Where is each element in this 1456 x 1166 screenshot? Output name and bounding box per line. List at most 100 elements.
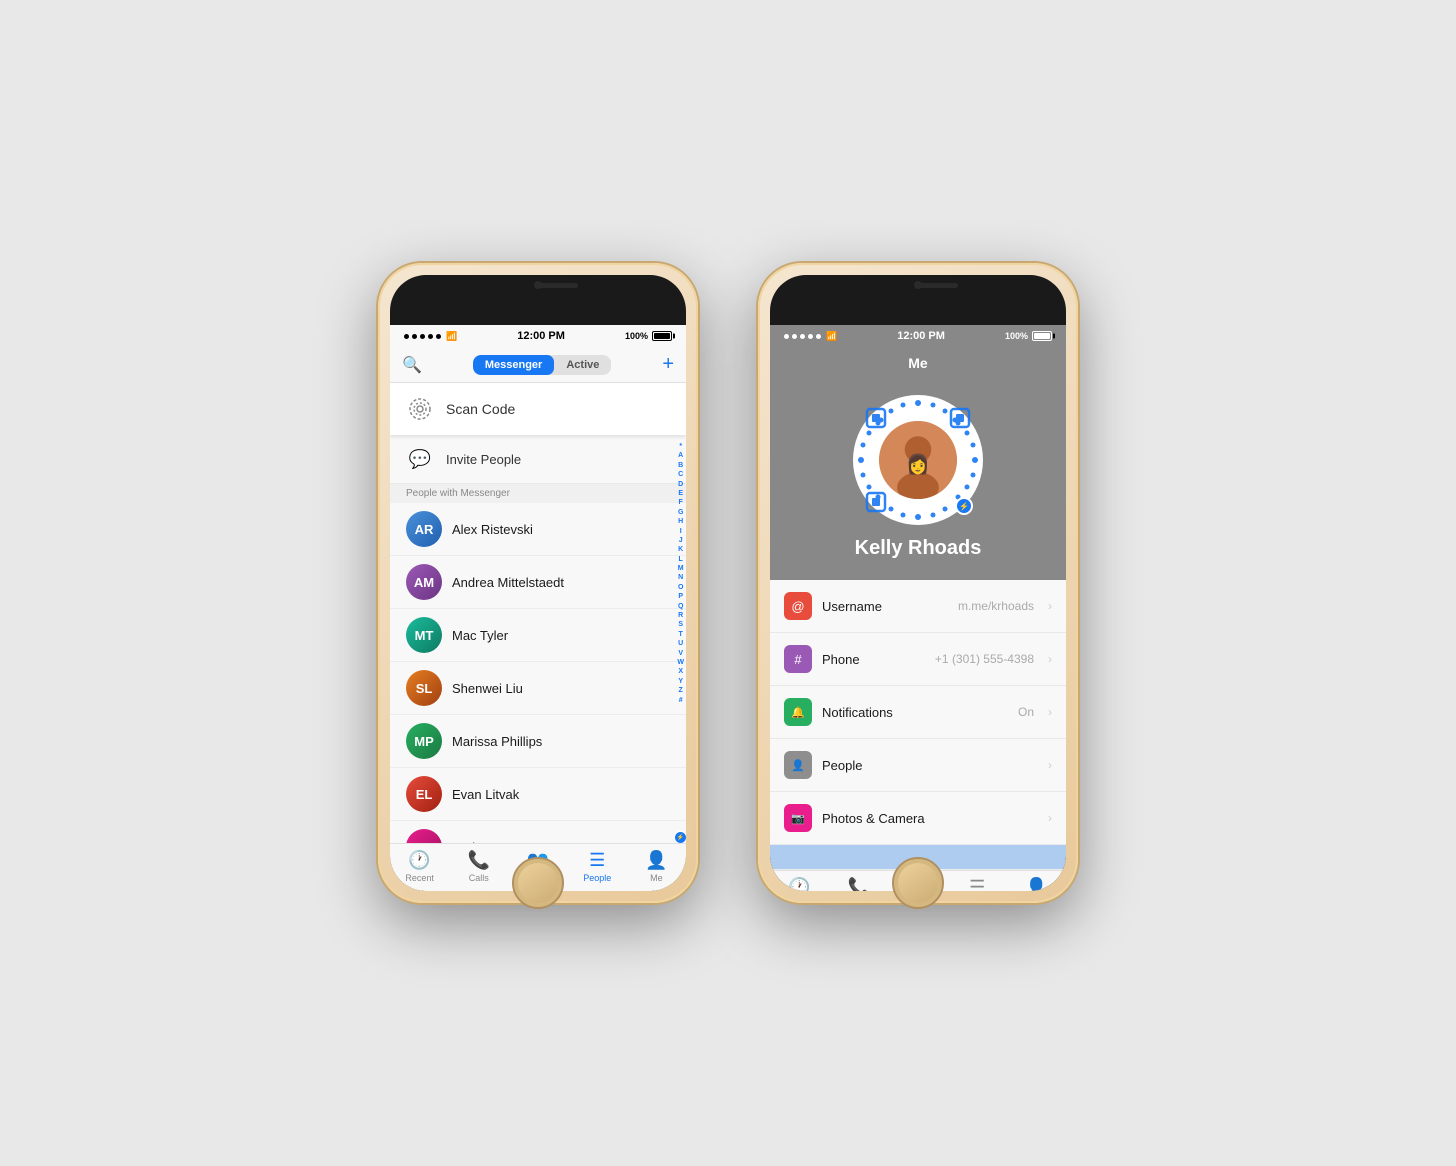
status-time-right: 12:00 PM <box>897 330 945 342</box>
messenger-tab[interactable]: Messenger <box>473 355 554 375</box>
phone-icon-box: # <box>784 645 812 673</box>
tab-calls-left[interactable]: 📞 Calls <box>449 850 508 883</box>
signal-dot-r2 <box>792 334 797 339</box>
section-label: People with Messenger <box>390 484 686 503</box>
settings-photos[interactable]: 📷 Photos & Camera › <box>770 792 1066 845</box>
tab-group: Messenger Active <box>473 355 612 375</box>
alphabet-sidebar[interactable]: * A B C D E F G H I J K L M N <box>677 443 684 705</box>
me-icon-left: 👤 <box>645 850 667 871</box>
notif-icon-box: 🔔 <box>784 698 812 726</box>
profile-avatar: 👩 <box>877 419 959 501</box>
home-button-left[interactable] <box>512 857 564 909</box>
contact-row-1[interactable]: AR Alex Ristevski ⚡ <box>390 503 686 556</box>
phones-container: 📶 12:00 PM 100% 🔍 Messenger A <box>338 223 1118 943</box>
contact-name-4: Shenwei Liu <box>452 681 523 696</box>
speaker-left <box>538 283 578 288</box>
tab-recent-left[interactable]: 🕐 Recent <box>390 850 449 883</box>
signal-dot-r5 <box>816 334 821 339</box>
wifi-icon: 📶 <box>446 331 457 342</box>
photos-icon-box: 📷 <box>784 804 812 832</box>
tab-calls-right[interactable]: 📞 Calls <box>829 877 888 891</box>
speaker-right <box>918 283 958 288</box>
settings-notifications[interactable]: 🔔 Notifications On › <box>770 686 1066 739</box>
signal-dot-r1 <box>784 334 789 339</box>
calls-icon-right: 📞 <box>848 877 870 891</box>
recent-icon: 🕐 <box>408 850 430 871</box>
invite-row[interactable]: 💬 Invite People <box>390 435 686 484</box>
invite-label: Invite People <box>446 452 521 467</box>
username-value: m.me/krhoads <box>958 599 1034 613</box>
profile-name: Kelly Rhoads <box>855 537 982 560</box>
username-icon: @ <box>791 599 804 614</box>
battery-fill-left <box>654 333 670 339</box>
phone-arrow: › <box>1048 652 1052 666</box>
avatar-messenger-badge: ⚡ <box>955 497 973 515</box>
tab-people-left[interactable]: ☰ People <box>568 850 627 883</box>
phone-right: 📶 12:00 PM 100% Me <box>758 263 1078 903</box>
recent-label: Recent <box>405 873 434 883</box>
contact-name-7: Kari Lee <box>452 840 500 844</box>
avatar-evan: EL <box>406 776 442 812</box>
contact-list: AR Alex Ristevski ⚡ AM Andrea Mittelstae… <box>390 503 686 843</box>
signal-dot2 <box>412 334 417 339</box>
people-label: People <box>583 873 611 883</box>
notif-arrow: › <box>1048 705 1052 719</box>
phone-left: 📶 12:00 PM 100% 🔍 Messenger A <box>378 263 698 903</box>
recent-icon-right: 🕐 <box>788 877 810 891</box>
tab-me-right[interactable]: 👤 Me <box>1007 877 1066 891</box>
avatar-svg: 👩 <box>879 419 957 501</box>
people-arrow: › <box>1048 758 1052 772</box>
username-label: Username <box>822 599 948 614</box>
photos-label: Photos & Camera <box>822 811 1024 826</box>
phone-value: +1 (301) 555-4398 <box>935 652 1034 666</box>
settings-phone[interactable]: # Phone +1 (301) 555-4398 › <box>770 633 1066 686</box>
me-label-left: Me <box>650 873 663 883</box>
me-icon-right: 👤 <box>1025 877 1047 891</box>
contact-name-3: Mac Tyler <box>452 628 508 643</box>
people-icon-box: 👤 <box>784 751 812 779</box>
battery-area-right: 100% <box>1005 331 1052 341</box>
signal-dot4 <box>428 334 433 339</box>
search-button[interactable]: 🔍 <box>402 355 422 375</box>
calls-label: Calls <box>469 873 489 883</box>
contact-name-5: Marissa Phillips <box>452 734 542 749</box>
svg-text:👩: 👩 <box>906 452 930 475</box>
people-settings-icon: 👤 <box>791 759 805 772</box>
contact-row-4[interactable]: SL Shenwei Liu ⚡ <box>390 662 686 715</box>
tab-me-left[interactable]: 👤 Me <box>627 850 686 883</box>
settings-people[interactable]: 👤 People › <box>770 739 1066 792</box>
profile-area: 👩 ⚡ Kelly Rhoads <box>770 379 1066 580</box>
screen-shell-left: 📶 12:00 PM 100% 🔍 Messenger A <box>390 275 686 891</box>
screen-right: 📶 12:00 PM 100% Me <box>770 325 1066 891</box>
settings-username[interactable]: @ Username m.me/krhoads › <box>770 580 1066 633</box>
invite-icon: 💬 <box>406 445 434 473</box>
photos-arrow: › <box>1048 811 1052 825</box>
active-tab[interactable]: Active <box>554 355 611 375</box>
nav-header-left: 🔍 Messenger Active + <box>390 347 686 383</box>
home-button-right[interactable] <box>892 857 944 909</box>
status-time-left: 12:00 PM <box>517 330 565 342</box>
contact-row-5[interactable]: MP Marissa Phillips ⚡ <box>390 715 686 768</box>
signal-area: 📶 <box>404 331 457 342</box>
contact-row-2[interactable]: AM Andrea Mittelstaedt ⚡ <box>390 556 686 609</box>
avatar-marissa: MP <box>406 723 442 759</box>
add-button[interactable]: + <box>662 353 674 376</box>
battery-pct-left: 100% <box>625 331 648 341</box>
contact-row-7[interactable]: KL Kari Lee ⚡ <box>390 821 686 843</box>
scan-code-icon <box>406 395 434 423</box>
signal-dot3 <box>420 334 425 339</box>
phone-icon: # <box>794 652 801 667</box>
people-icon: ☰ <box>589 850 605 871</box>
signal-dot1 <box>404 334 409 339</box>
notifications-icon: 🔔 <box>791 706 805 719</box>
signal-dot-r4 <box>808 334 813 339</box>
scan-code-row[interactable]: Scan Code <box>390 383 686 435</box>
tab-recent-right[interactable]: 🕐 Recent <box>770 877 829 891</box>
tab-people-right[interactable]: ☰ People <box>948 877 1007 891</box>
contact-row-6[interactable]: EL Evan Litvak ⚡ <box>390 768 686 821</box>
username-arrow: › <box>1048 599 1052 613</box>
contact-row-3[interactable]: MT Mac Tyler ⚡ <box>390 609 686 662</box>
calls-icon: 📞 <box>468 850 490 871</box>
contact-name-1: Alex Ristevski <box>452 522 533 537</box>
contact-name-6: Evan Litvak <box>452 787 519 802</box>
